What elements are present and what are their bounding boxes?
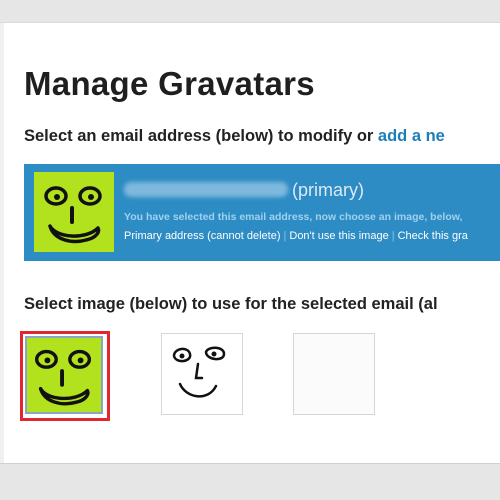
add-email-link[interactable]: add a ne — [378, 127, 445, 145]
manage-gravatars-panel: Manage Gravatars Select an email address… — [0, 22, 500, 464]
email-prompt-text: Select an email address (below) to modif… — [24, 127, 378, 145]
primary-address-label: Primary address (cannot delete) — [124, 230, 281, 242]
smiley-face-icon — [34, 349, 92, 406]
email-actions: Primary address (cannot delete) | Don't us… — [124, 230, 468, 242]
email-gravatar-thumbnail — [34, 172, 114, 252]
check-gravatar-link[interactable]: Check this gra — [398, 230, 468, 242]
smiley-face-icon — [44, 186, 102, 244]
redacted-email-address — [124, 182, 288, 197]
thumbnail-image — [25, 336, 103, 414]
selected-email-entry[interactable]: (primary) You have selected this email a… — [24, 164, 500, 261]
email-selected-notice: You have selected this email address, no… — [124, 211, 463, 223]
sketch-face-icon — [172, 346, 226, 398]
image-section-prompt: Select image (below) to use for the sele… — [24, 295, 438, 313]
email-address-line: (primary) — [124, 180, 364, 201]
image-thumbnail-sketch[interactable] — [161, 333, 243, 415]
action-separator: | — [391, 230, 395, 242]
image-thumbnail-blank[interactable] — [293, 333, 375, 415]
image-thumbnail-selected[interactable] — [20, 331, 110, 421]
page-title: Manage Gravatars — [24, 65, 315, 102]
blank-image-icon — [294, 334, 374, 414]
dont-use-image-link[interactable]: Don't use this image — [289, 230, 388, 242]
email-section-prompt: Select an email address (below) to modif… — [24, 127, 445, 146]
primary-label: (primary) — [292, 180, 364, 200]
panel-edge — [0, 23, 4, 463]
